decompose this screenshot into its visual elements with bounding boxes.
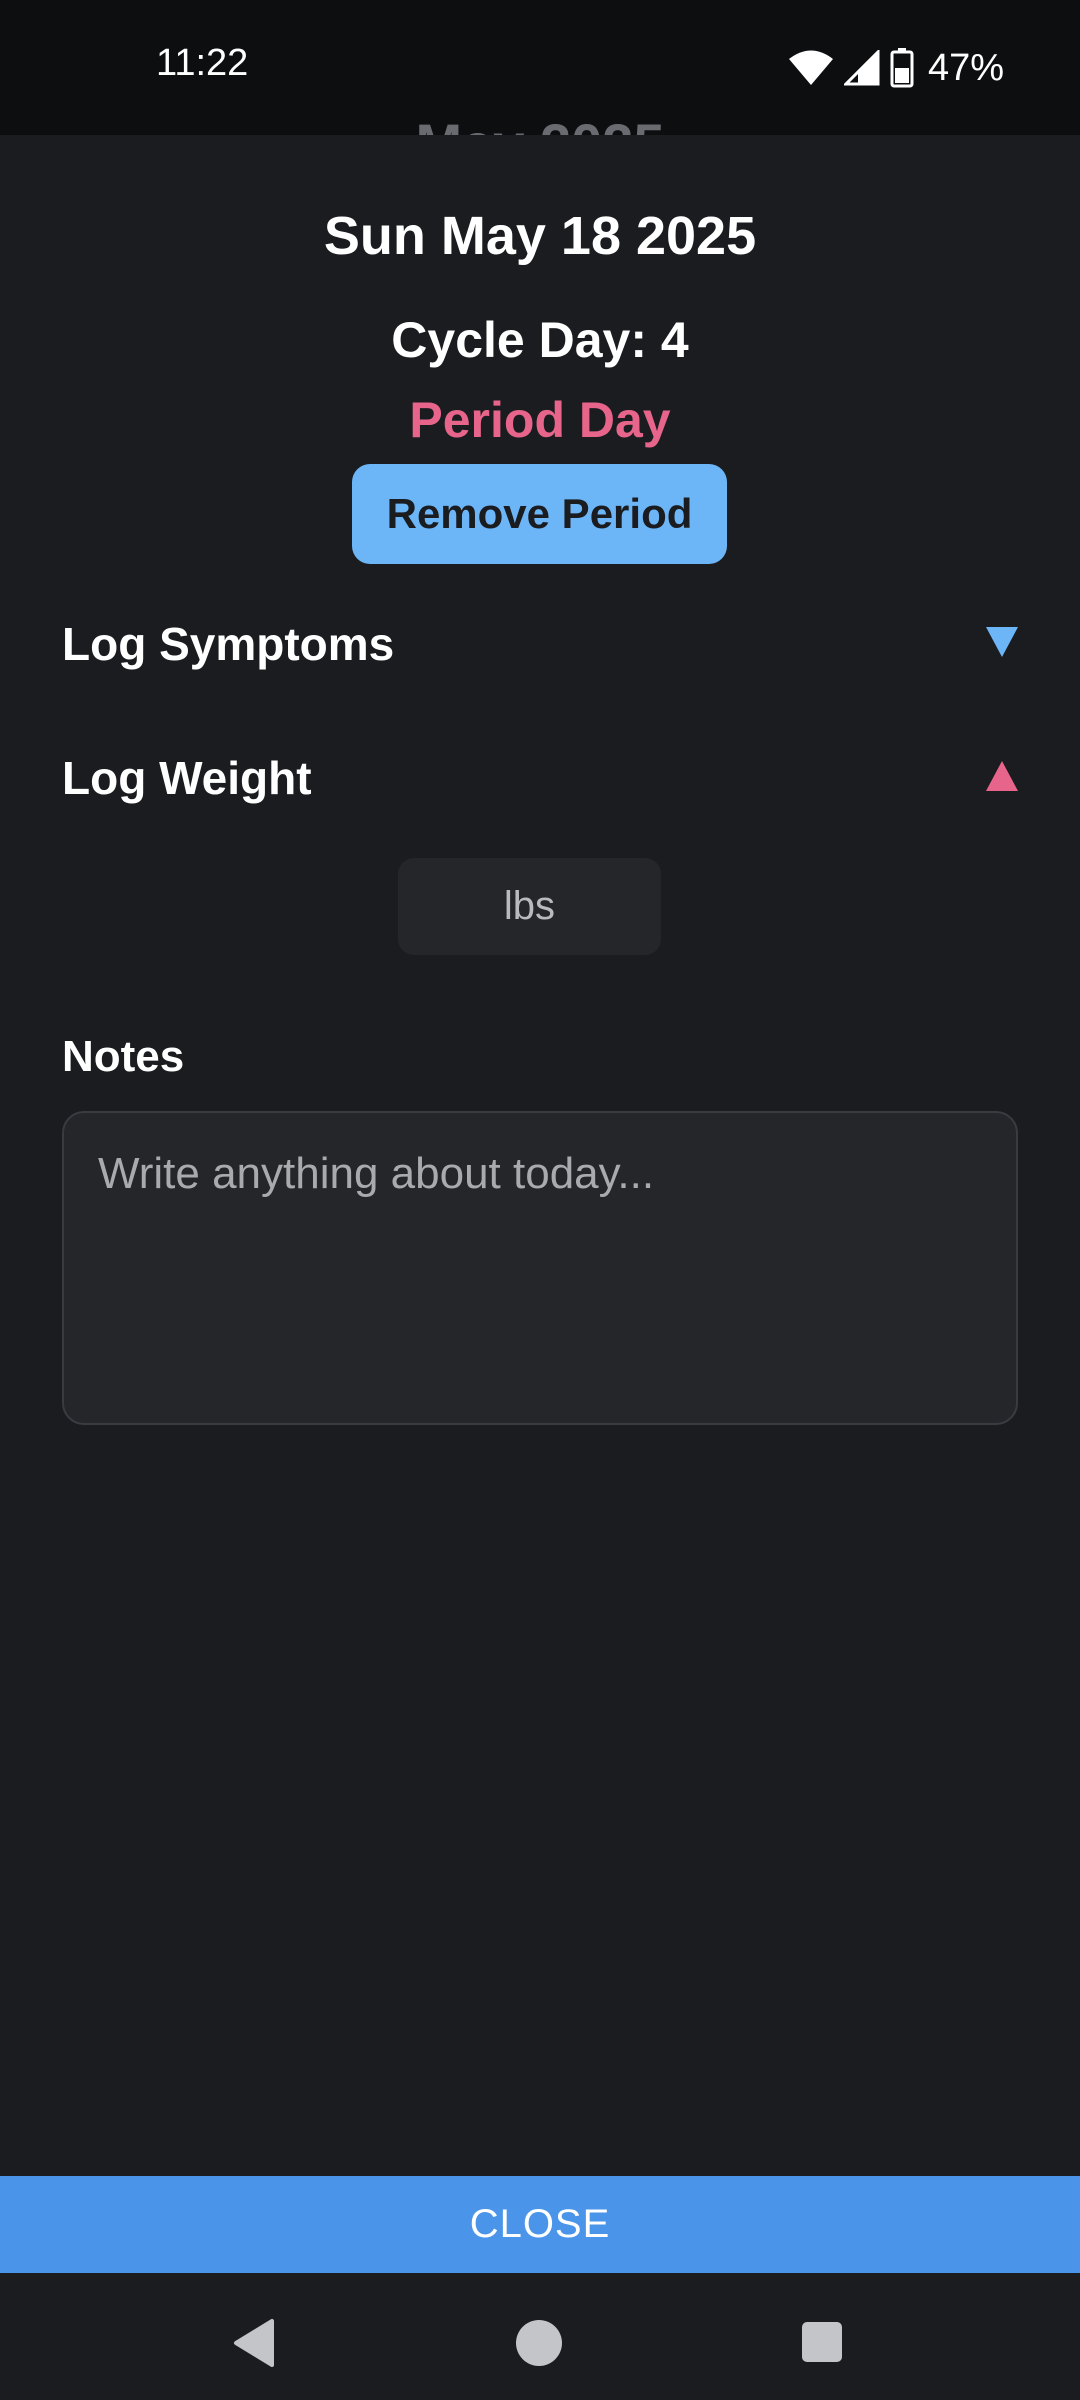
chevron-down-icon[interactable] [986,626,1018,662]
status-bar: 11:22 47% M [0,0,1080,135]
period-day-label: Period Day [409,392,671,448]
notes-label: Notes [62,1032,185,1081]
battery-icon [890,48,914,88]
status-icons: 47% [788,40,1004,96]
battery-percent: 47% [927,46,1004,89]
close-button[interactable]: CLOSE [0,2176,1080,2273]
log-symptoms-toggle[interactable]: Log Symptoms [62,604,1018,684]
month-title-peek-text: May 2025 [415,116,664,136]
notes-placeholder: Write anything about today... [98,1149,655,1198]
recent-apps-icon[interactable] [793,2313,853,2373]
weight-input-placeholder: lbs [503,884,556,928]
weight-input[interactable]: lbs [398,858,661,955]
month-title-peek: May 2025 [0,104,1080,136]
navigation-bar [0,2273,1080,2400]
cycle-day-label: Cycle Day: 4 [391,312,689,368]
screen: 11:22 47% M [0,0,1080,2400]
day-detail-sheet: Sun May 18 2025 Cycle Day: 4 Period Day … [0,135,1080,2400]
home-icon[interactable] [509,2313,569,2373]
chevron-up-icon[interactable] [986,760,1018,796]
log-weight-toggle[interactable]: Log Weight [62,738,1018,818]
wifi-icon [788,50,834,86]
notes-field[interactable]: Write anything about today... [62,1111,1018,1425]
log-symptoms-label: Log Symptoms [62,618,395,670]
cell-signal-icon [843,50,880,86]
remove-period-button[interactable]: Remove Period [352,464,727,564]
date-title: Sun May 18 2025 [323,206,757,266]
status-time: 11:22 [156,42,249,84]
back-icon[interactable] [226,2313,286,2373]
log-weight-label: Log Weight [62,752,312,804]
